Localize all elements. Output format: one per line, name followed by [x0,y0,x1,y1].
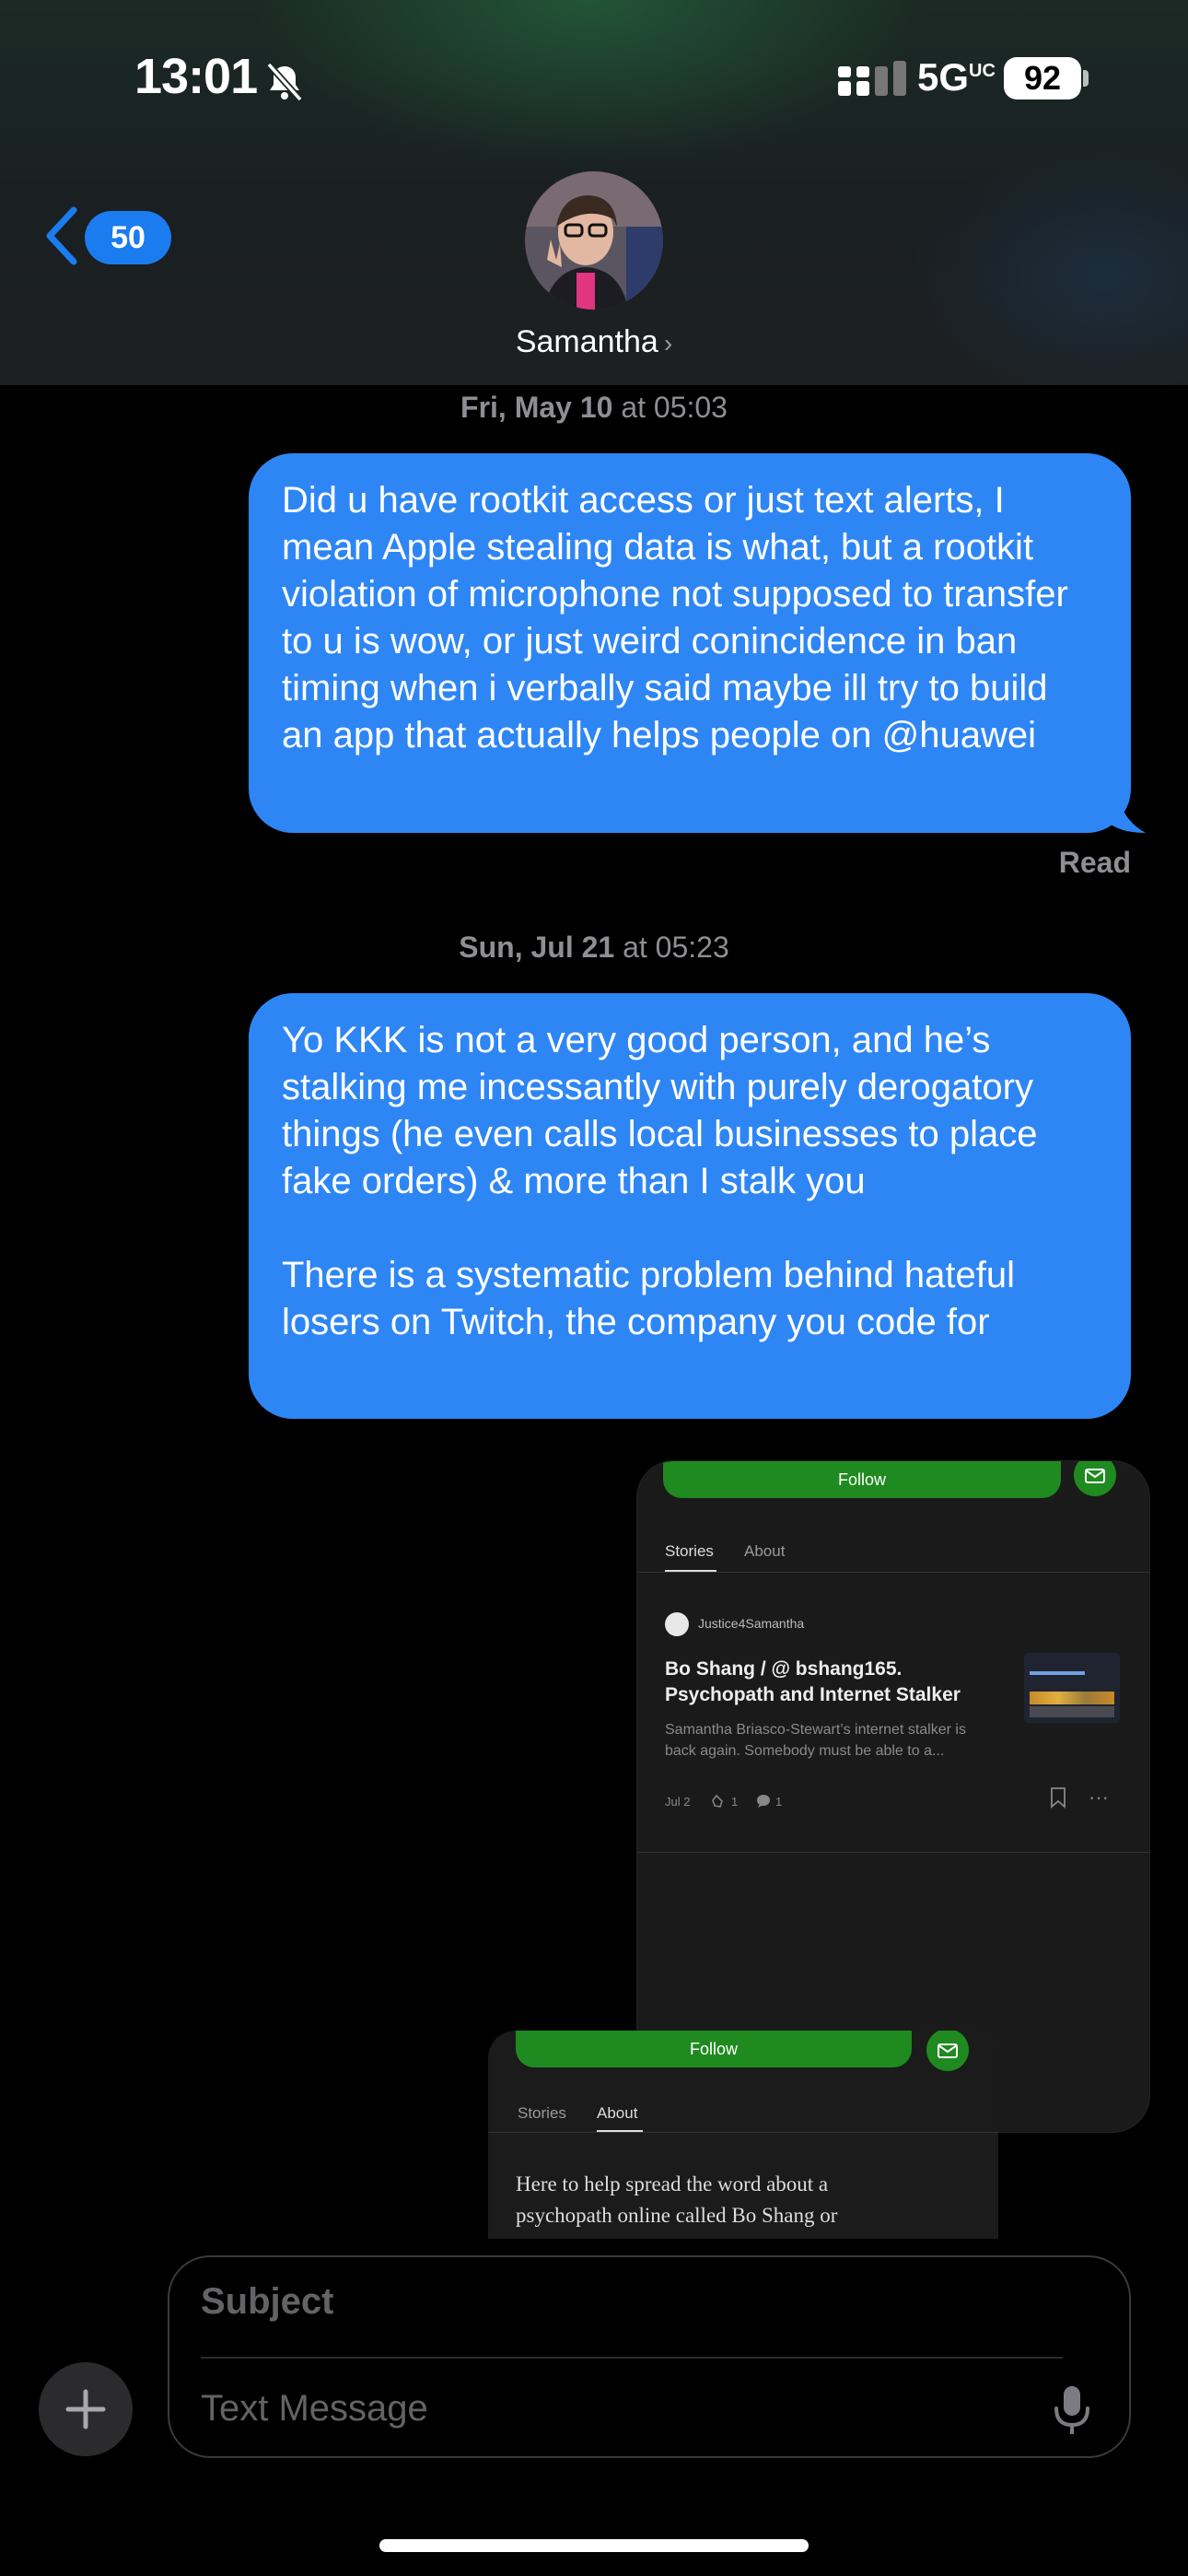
about-line: psychopath online called Bo Shang or [516,2204,838,2227]
microphone-icon[interactable] [1050,2383,1094,2442]
tab-stories: Stories [665,1542,714,1560]
article-excerpt: Samantha Briasco-Stewart’s internet stal… [665,1722,966,1759]
chevron-left-icon [44,206,79,270]
follow-button: Follow [516,2031,912,2067]
about-line: Here to help spread the word about a [516,2172,829,2195]
about-text: Here to help spread the word about a psy… [516,2169,837,2231]
article-date: Jul 2 [665,1795,691,1809]
timestamp-day: Sun, Jul 21 [459,931,615,964]
plus-icon [65,2389,106,2430]
divider [488,2132,998,2133]
clap-count: 1 [731,1795,739,1809]
signal-bars-icon [838,61,912,106]
bookmark-icon [1048,1786,1068,1814]
contact-name: Samantha [515,324,658,359]
network-label: 5G [917,55,970,99]
mail-plus-icon [926,2031,969,2071]
add-attachment-button[interactable] [39,2362,133,2456]
comment-count: 1 [775,1795,783,1809]
battery-indicator: 92 [1004,57,1081,100]
tab-about: About [744,1542,786,1560]
compose-divider [201,2357,1063,2359]
network-suffix: UC [969,61,996,81]
bell-slash-icon [263,61,306,108]
author-avatar [665,1612,689,1636]
divider [637,1572,1149,1573]
chevron-right-icon: › [663,329,673,357]
back-button[interactable]: 50 [44,206,171,270]
mail-plus-icon [1074,1461,1116,1496]
follow-button: Follow [663,1461,1061,1498]
article-thumbnail [1024,1653,1120,1723]
message-bubble-sent[interactable]: Did u have rootkit access or just text a… [249,453,1131,833]
timestamp-time: at 05:23 [614,931,729,964]
timestamp: Fri, May 10 at 05:03 [0,391,1188,425]
article-title: Bo Shang / @ bshang165. Psychopath and I… [665,1658,961,1705]
status-time: 13:01 [134,49,258,104]
message-input[interactable]: Text Message [201,2388,428,2430]
message-bubble-sent[interactable]: Yo KKK is not a very good person, and he… [249,993,1131,1419]
clap-icon [711,1793,728,1814]
contact-name-button[interactable]: Samantha › [0,324,1188,360]
comment-icon [755,1793,772,1814]
unread-count-badge: 50 [85,211,171,264]
contact-avatar[interactable] [525,171,663,310]
network-type: 5GUC [917,55,996,100]
read-receipt: Read [1058,846,1131,879]
timestamp-day: Fri, May 10 [460,391,613,424]
timestamp: Sun, Jul 21 at 05:23 [0,931,1188,965]
timestamp-time: at 05:03 [612,391,728,424]
image-attachment[interactable]: Follow Stories About Here to help spread… [488,2031,998,2239]
subject-field[interactable]: Subject [201,2281,333,2323]
tab-stories: Stories [518,2104,566,2122]
divider [637,1852,1149,1853]
more-icon: ··· [1089,1786,1109,1809]
author-name: Justice4Samantha [698,1616,805,1631]
battery-tip [1083,70,1089,87]
home-indicator [379,2539,809,2552]
tab-about: About [597,2104,638,2122]
